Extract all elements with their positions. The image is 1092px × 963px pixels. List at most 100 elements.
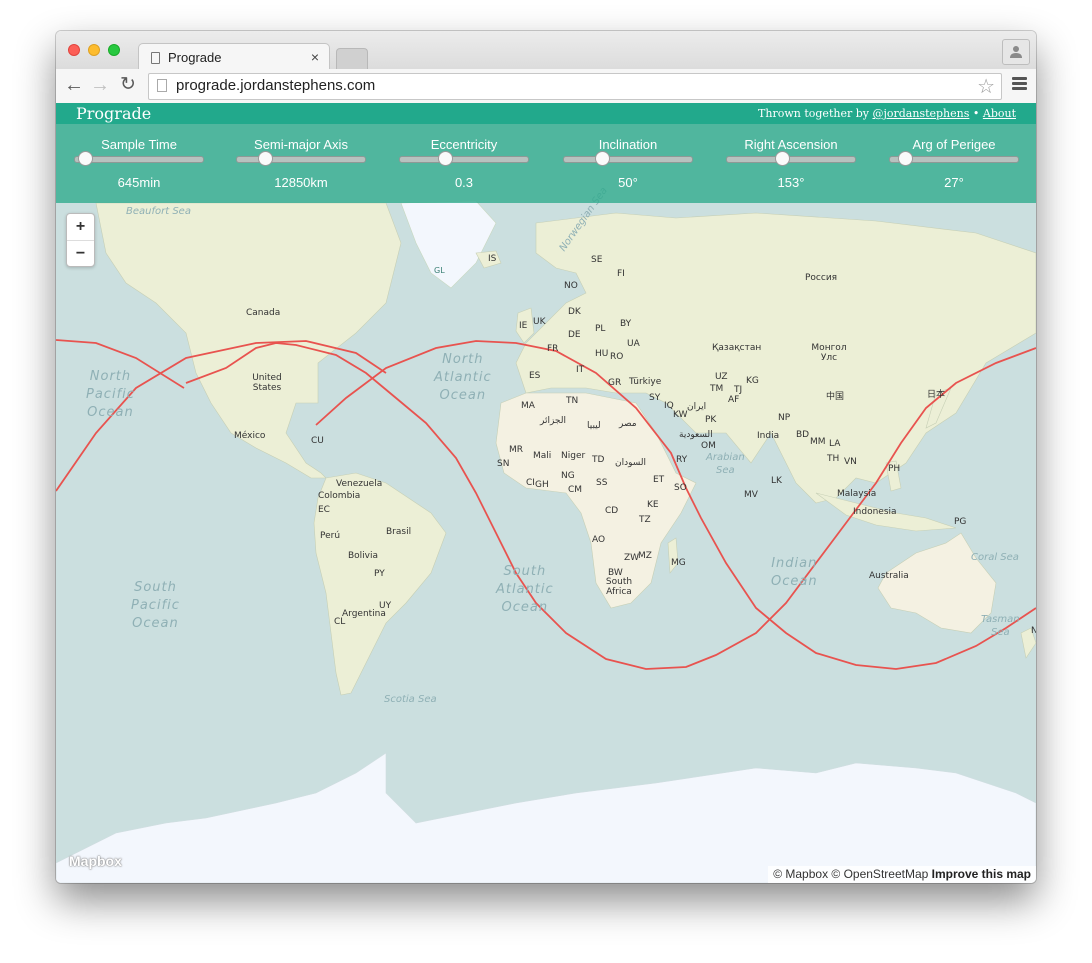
map-label: VN: [844, 457, 857, 467]
ocean-label: Indian Ocean: [771, 556, 818, 589]
control-semi-major-axis: Semi-major Axis 12850km: [236, 124, 366, 191]
back-arrow-icon[interactable]: ←: [64, 74, 84, 96]
map-label: N: [1031, 626, 1036, 636]
url-text[interactable]: prograde.jordanstephens.com: [176, 77, 375, 94]
reload-icon[interactable]: ↻: [120, 74, 136, 96]
about-link[interactable]: About: [983, 107, 1016, 120]
address-bar[interactable]: prograde.jordanstephens.com ☆: [148, 73, 1002, 100]
control-value: 12850km: [274, 175, 328, 190]
sample-time-slider[interactable]: [74, 151, 204, 166]
map-label: UA: [627, 339, 640, 349]
slider-thumb[interactable]: [898, 151, 914, 166]
control-label: Arg of Perigee: [912, 137, 996, 152]
browser-window: Prograde × ← → ↻ prograde.jordanstephens…: [56, 31, 1036, 883]
map-label: SN: [497, 459, 510, 469]
map-label: IE: [519, 321, 528, 331]
close-tab-icon[interactable]: ×: [311, 49, 319, 65]
bookmark-star-icon[interactable]: ☆: [977, 74, 995, 99]
map-label: Қазақстан: [712, 343, 762, 353]
page-icon: [151, 51, 160, 64]
map-label: UZ: [715, 372, 728, 382]
credits-prefix: Thrown together by: [758, 107, 873, 120]
app-page: Canada United States México CU Venezuela Colo…: [56, 103, 1036, 883]
map-label: SE: [591, 255, 603, 265]
inclination-slider[interactable]: [563, 151, 693, 166]
semi-major-axis-slider[interactable]: [236, 151, 366, 166]
map-label: DK: [568, 307, 581, 317]
profile-button[interactable]: [1002, 39, 1030, 65]
ocean-label: North Pacific Ocean: [86, 369, 135, 420]
zoom-out-button[interactable]: −: [67, 241, 94, 267]
map-label: ایران: [687, 402, 707, 412]
map-label: RO: [610, 352, 624, 362]
credits-separator: •: [969, 107, 983, 120]
slider-thumb[interactable]: [775, 151, 791, 166]
map-label: South Africa: [605, 577, 633, 597]
hamburger-menu-icon[interactable]: [1012, 77, 1027, 92]
ocean-label: South Pacific Ocean: [131, 580, 180, 631]
map-label: TD: [592, 455, 605, 465]
map-label: Malaysia: [837, 489, 877, 499]
sea-label: Tasman Sea: [981, 614, 1020, 638]
map-label: Venezuela: [336, 479, 383, 489]
map-label: Türkiye: [629, 377, 662, 387]
map-label: Mali: [533, 451, 552, 461]
map-label: MM: [810, 437, 826, 447]
world-map[interactable]: [56, 103, 1036, 883]
map-label: Perú: [320, 531, 341, 541]
new-tab-button[interactable]: [336, 48, 368, 69]
slider-thumb[interactable]: [595, 151, 611, 166]
mapbox-logo[interactable]: Mapbox: [69, 853, 122, 869]
minimize-window-button[interactable]: [88, 44, 100, 56]
zoom-in-button[interactable]: +: [67, 214, 94, 241]
close-window-button[interactable]: [68, 44, 80, 56]
map-label: PK: [705, 415, 717, 425]
map-label: KG: [746, 376, 759, 386]
map-label: IS: [488, 254, 497, 264]
map-label: MA: [521, 401, 535, 411]
attribution-text[interactable]: © Mapbox © OpenStreetMap: [773, 867, 931, 881]
slider-thumb[interactable]: [78, 151, 94, 166]
control-arg-of-perigee: Arg of Perigee 27°: [889, 124, 1019, 191]
control-label: Semi-major Axis: [254, 137, 348, 152]
right-ascension-slider[interactable]: [726, 151, 856, 166]
control-label: Eccentricity: [430, 137, 498, 152]
control-inclination: Inclination 50°: [563, 124, 693, 191]
slider-thumb[interactable]: [437, 151, 453, 166]
control-value: 50°: [618, 175, 638, 190]
map-label: BD: [796, 430, 810, 440]
map-label: LA: [829, 439, 841, 449]
map-label: United States: [252, 373, 282, 393]
map-label: KW: [673, 410, 688, 420]
slider-thumb[interactable]: [258, 151, 274, 166]
map-label: CM: [568, 485, 583, 495]
map-label: RY: [676, 455, 688, 465]
maximize-window-button[interactable]: [108, 44, 120, 56]
control-label: Sample Time: [101, 137, 177, 152]
map-label: KE: [647, 500, 659, 510]
map-label: ET: [653, 475, 665, 485]
map-label: TH: [827, 454, 840, 464]
author-link[interactable]: @jordanstephens: [872, 107, 969, 120]
map-label: PH: [888, 464, 901, 474]
eccentricity-slider[interactable]: [399, 151, 529, 166]
map-label: الجزائر: [540, 416, 566, 426]
sea-label: Coral Sea: [971, 552, 1019, 563]
map-label: TJ: [734, 385, 743, 395]
map-label: CD: [605, 506, 619, 516]
map-label: HU: [595, 349, 609, 359]
map-label: GR: [608, 378, 622, 388]
map-label: OM: [701, 441, 716, 451]
tab-prograde[interactable]: Prograde ×: [138, 43, 330, 71]
map-attribution: © Mapbox © OpenStreetMap Improve this ma…: [768, 866, 1036, 883]
map-label: CI: [526, 478, 535, 488]
map-label: GH: [535, 480, 549, 490]
map-label: Монгол Улс: [811, 343, 847, 363]
map-label: NP: [778, 413, 791, 423]
ocean-label: South Atlantic Ocean: [496, 564, 554, 615]
arg-of-perigee-slider[interactable]: [889, 151, 1019, 166]
forward-arrow-icon[interactable]: →: [90, 74, 110, 96]
improve-map-link[interactable]: Improve this map: [932, 867, 1031, 881]
tab-title: Prograde: [168, 50, 222, 65]
app-header: Prograde Thrown together by @jordansteph…: [56, 103, 1036, 124]
